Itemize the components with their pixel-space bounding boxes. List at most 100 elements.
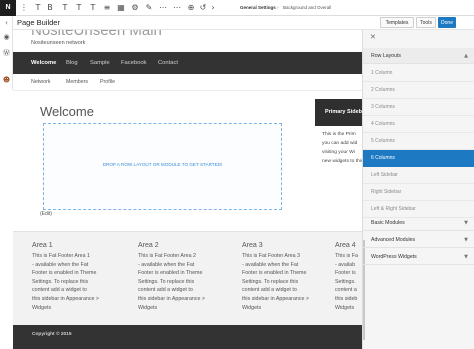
group-label: WordPress Widgets [371,254,417,260]
footer-area-title: Area 3 [242,242,263,249]
nav-item-sample[interactable]: Sample [90,52,110,74]
nav-item-welcome[interactable]: Welcome [31,52,56,74]
text-t-icon[interactable]: T [74,3,84,13]
footer-area-title: Area 4 [335,242,356,249]
site-tagline: Nositeunseen network [31,40,86,46]
gear-icon[interactable]: ⚙ [130,3,140,13]
drop-zone-text: DROP A ROW LAYOUT OR MODULE TO GET START… [102,162,223,167]
footer-line: Widgets [242,304,262,311]
footer-line: Widgets [335,304,355,311]
page-builder-title: Page Builder [17,18,60,27]
footer-line: - available when the Fat [242,261,299,268]
group-row-layouts[interactable]: Row Layouts ▲ [363,48,474,64]
subnav-item-members[interactable]: Members [66,74,88,91]
row-layout-label: 3 Columns [371,104,395,110]
breadcrumb-separator: › [277,5,279,11]
footer-line: Footer is enabled in Theme [242,270,307,277]
bold-icon[interactable]: B [45,3,55,13]
footer-line: Footer is [335,270,356,277]
app-logo[interactable]: N [0,0,16,16]
subnav-item-profile[interactable]: Profile [100,74,115,91]
primary-sidebar-text: This is the Prim you can add wid visitin… [322,130,362,166]
text-t-icon[interactable]: T [60,3,70,13]
avatar-icon[interactable]: ☻ [2,76,11,85]
nav-item-facebook[interactable]: Facebook [121,52,146,74]
footer-line: Settings. To replace this [32,278,89,285]
undo-icon[interactable]: ↺ [198,3,208,13]
templates-button[interactable]: Templates [380,17,414,28]
row-layout-3-columns[interactable]: 3 Columns [363,99,474,116]
footer-area-3: Area 3 This is Fat Footer Area 3 - avail… [242,242,338,312]
row-layout-label: 5 Columns [371,138,395,144]
footer-area-2: Area 2 This is Fat Footer Area 2 - avail… [138,242,234,312]
eye-icon[interactable]: ◉ [2,33,11,42]
more-icon[interactable]: ⋯ [158,3,168,13]
breadcrumb-background-overall[interactable]: Background and Overall [283,3,331,13]
row-layout-5-columns[interactable]: 5 Columns [363,133,474,150]
page-builder-bar: Page Builder Templates Tools Done [13,16,474,30]
chevron-up-icon: ▲ [464,53,468,59]
chevron-down-icon: ▼ [464,220,468,226]
breadcrumb-general-settings[interactable]: General Settings [240,3,276,13]
footer-line: content add a widget to [138,287,193,294]
row-layout-6-columns[interactable]: 6 Columns [363,150,474,167]
row-layout-1-column[interactable]: 1 Column [363,65,474,82]
group-label: Row Layouts [371,53,401,59]
more-icon[interactable]: ⋯ [172,3,182,13]
text-t-icon[interactable]: T [88,3,98,13]
footer-line: This is Fat Footer Area 3 [242,253,300,259]
wordpress-icon[interactable]: Ⓦ [2,49,11,58]
builder-drop-zone[interactable]: DROP A ROW LAYOUT OR MODULE TO GET START… [43,123,282,210]
footer-area-text: This is Fat Footer Area 3 - available wh… [242,252,338,312]
footer-line: Settings. To replace this [242,278,299,285]
footer-line: this sidebar in Appearance > [32,295,99,302]
footer-line: This is Fat Footer Area 2 [138,253,196,259]
sidebar-line: visiting your Wi [322,150,355,155]
footer-area-text: This is Fa - availab Footer is Settings.… [335,252,362,312]
footer-line: content a [335,287,357,294]
group-label: Basic Modules [371,220,405,226]
row-layout-right-sidebar[interactable]: Right Sidebar [363,184,474,201]
chevron-right-icon[interactable]: › [208,3,218,13]
builder-panel: ✕ Row Layouts ▲ 1 Column 2 Columns 3 Col… [362,30,474,349]
site-title[interactable]: NositeUnseen Main [31,30,162,39]
done-button[interactable]: Done [438,17,456,28]
footer-area-text: This is Fat Footer Area 1 - available wh… [32,252,128,312]
main-nav: Welcome Blog Sample Facebook Contact [13,52,362,74]
footer-line: content add a widget to [32,287,87,294]
close-icon[interactable]: ✕ [370,33,378,41]
row-layout-left-sidebar[interactable]: Left Sidebar [363,167,474,184]
primary-sidebar-title: Primary Sidebar [325,109,362,115]
sidebar-line: new widgets to this [322,159,362,164]
edit-link[interactable]: (Edit) [40,211,52,217]
footer-line: Footer is enabled in Theme [138,270,203,277]
primary-sidebar-heading: Primary Sidebar [315,99,362,126]
plus-circle-icon[interactable]: ⊕ [186,3,196,13]
edit-icon[interactable]: ✎ [144,3,154,13]
footer-area-title: Area 2 [138,242,159,249]
tools-button[interactable]: Tools [416,17,436,28]
text-t-icon[interactable]: T [33,3,43,13]
grid-icon[interactable]: ▦ [116,3,126,13]
footer-line: This is Fa [335,253,358,259]
footer-line: This is Fat Footer Area 1 [32,253,90,259]
group-basic-modules[interactable]: Basic Modules ▼ [363,215,474,231]
list-icon[interactable]: ≡ [102,3,112,13]
group-wordpress-widgets[interactable]: WordPress Widgets ▼ [363,249,474,265]
group-advanced-modules[interactable]: Advanced Modules ▼ [363,232,474,248]
chevron-down-icon: ▼ [464,237,468,243]
row-layout-label: Left Sidebar [371,172,398,178]
footer-line: Footer is enabled in Theme [32,270,97,277]
nav-item-blog[interactable]: Blog [66,52,78,74]
footer-line: Settings. [335,278,356,285]
row-layout-4-columns[interactable]: 4 Columns [363,116,474,133]
subnav-item-network[interactable]: Network [31,74,50,91]
row-layout-label: 1 Column [371,70,393,76]
top-toolbar: N ⋮ T B T T T ≡ ▦ ⚙ ✎ ⋯ ⋯ ⊕ ↺ › General … [0,0,474,16]
footer-line: Widgets [32,304,52,311]
footer-line: - available when the Fat [32,261,89,268]
row-layout-2-columns[interactable]: 2 Columns [363,82,474,99]
vertical-dots-icon[interactable]: ⋮ [19,3,29,13]
nav-item-contact[interactable]: Contact [158,52,178,74]
chevron-left-icon[interactable]: ‹ [2,19,11,28]
